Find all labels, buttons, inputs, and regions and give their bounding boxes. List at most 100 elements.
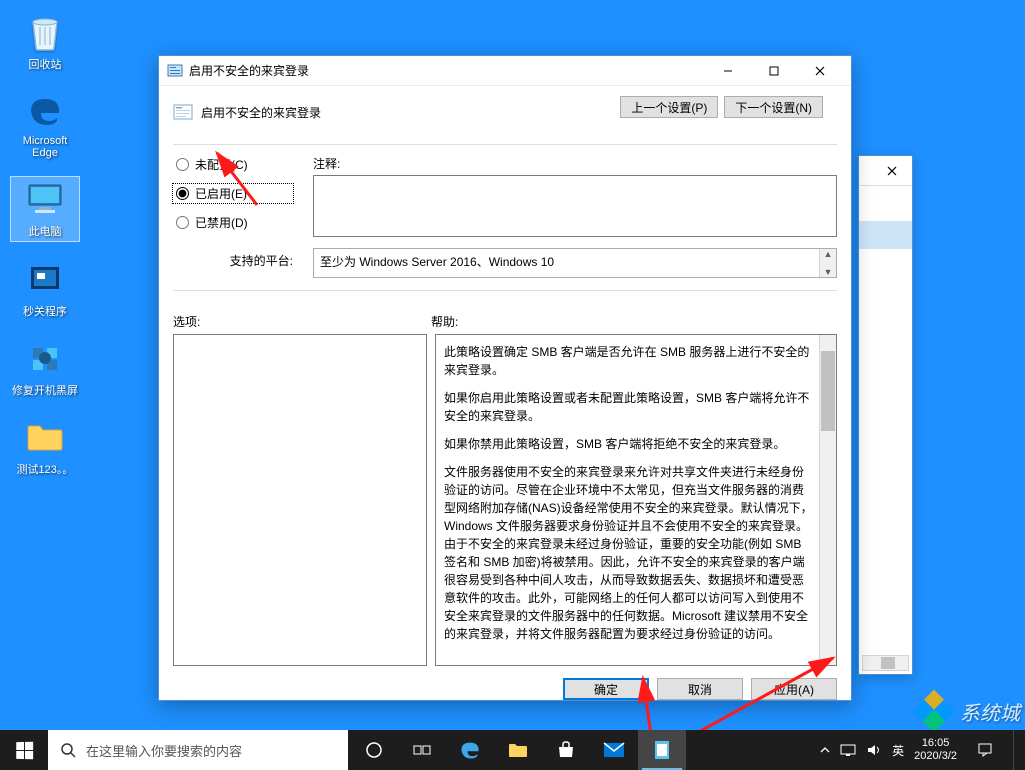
platform-value: 至少为 Windows Server 2016、Windows 10 — [320, 255, 554, 269]
search-placeholder: 在这里输入你要搜索的内容 — [86, 741, 242, 760]
desktop-icon-recycle-bin[interactable]: 回收站 — [10, 10, 80, 74]
taskbar-time: 16:05 — [914, 737, 957, 750]
fix-boot-icon — [25, 338, 65, 378]
dialog-footer: 确定 取消 应用(A) — [159, 666, 851, 712]
volume-icon[interactable] — [866, 743, 882, 757]
close-icon[interactable] — [880, 161, 904, 181]
network-icon[interactable] — [840, 743, 856, 757]
policy-dialog: 启用不安全的来宾登录 启用不安全的来宾登录 上一个设置(P) 下一个设置(N) … — [158, 55, 852, 701]
task-view-button[interactable] — [398, 730, 446, 770]
taskbar-app-notepad[interactable] — [638, 730, 686, 770]
help-label: 帮助: — [431, 313, 458, 330]
taskbar-date: 2020/3/2 — [914, 750, 957, 763]
panes-row: 此策略设置确定 SMB 客户端是否允许在 SMB 服务器上进行不安全的来宾登录。… — [159, 334, 851, 666]
radio-disabled[interactable]: 已禁用(D) — [173, 213, 293, 232]
dialog-title: 启用不安全的来宾登录 — [189, 62, 705, 79]
platform-label: 支持的平台: — [173, 248, 293, 269]
desktop-icon-label: 测试123。。 — [17, 461, 74, 477]
watermark: 系统城 — [912, 689, 1020, 733]
desktop-icon-test-folder[interactable]: 测试123。。 — [10, 415, 80, 479]
system-tray: 英 16:05 2020/3/2 — [814, 730, 1025, 770]
radio-label: 已启用(E) — [195, 185, 247, 202]
taskbar-app-mail[interactable] — [590, 730, 638, 770]
dialog-subheader: 启用不安全的来宾登录 上一个设置(P) 下一个设置(N) — [159, 86, 851, 138]
horizontal-scrollbar[interactable] — [862, 655, 909, 671]
window-controls — [705, 56, 843, 86]
vertical-scrollbar[interactable] — [819, 335, 836, 665]
mmc-selected-row[interactable] — [859, 221, 912, 249]
apply-button[interactable]: 应用(A) — [751, 678, 837, 700]
background-mmc-window[interactable] — [858, 155, 913, 675]
search-box[interactable]: 在这里输入你要搜索的内容 — [48, 730, 348, 770]
notification-icon — [977, 742, 993, 758]
desktop-icon-label: 回收站 — [29, 56, 62, 72]
desktop-icon-quick-close[interactable]: 秒关程序 — [10, 257, 80, 321]
edge-icon — [459, 739, 481, 761]
desktop-icon-label: 秒关程序 — [23, 303, 67, 319]
pane-labels: 选项: 帮助: — [159, 301, 851, 334]
store-icon — [556, 740, 576, 760]
cancel-button[interactable]: 取消 — [657, 678, 743, 700]
taskbar-app-store[interactable] — [542, 730, 590, 770]
maximize-button[interactable] — [751, 56, 797, 86]
mail-icon — [603, 742, 625, 758]
start-button[interactable] — [0, 730, 48, 770]
notepad-icon — [653, 739, 671, 761]
ok-button[interactable]: 确定 — [563, 678, 649, 700]
folder-icon — [507, 741, 529, 759]
mmc-titlebar — [859, 156, 912, 186]
taskbar-apps — [350, 730, 686, 770]
titlebar[interactable]: 启用不安全的来宾登录 — [159, 56, 851, 86]
desktop-icon-label: Microsoft Edge — [23, 135, 68, 159]
radio-enabled[interactable]: 已启用(E) — [173, 184, 293, 203]
taskbar-app-explorer[interactable] — [494, 730, 542, 770]
platform-value-box: 至少为 Windows Server 2016、Windows 10 ▲▼ — [313, 248, 837, 278]
ime-indicator[interactable]: 英 — [892, 742, 904, 759]
page-icon — [173, 104, 193, 120]
mmc-body — [859, 186, 912, 674]
next-setting-button[interactable]: 下一个设置(N) — [724, 96, 823, 118]
help-p2: 如果你启用此策略设置或者未配置此策略设置，SMB 客户端将允许不安全的来宾登录。 — [444, 389, 814, 425]
folder-icon — [25, 417, 65, 457]
desktop-icon-this-pc[interactable]: 此电脑 — [10, 176, 80, 242]
comment-textarea[interactable] — [313, 175, 837, 237]
state-radiogroup: 未配置(C) 已启用(E) 已禁用(D) — [173, 155, 293, 242]
task-view-icon — [413, 743, 431, 757]
help-pane[interactable]: 此策略设置确定 SMB 客户端是否允许在 SMB 服务器上进行不安全的来宾登录。… — [435, 334, 837, 666]
radio-label: 已禁用(D) — [195, 214, 248, 231]
watermark-text: 系统城 — [960, 697, 1020, 726]
desktop-icon-edge[interactable]: Microsoft Edge — [10, 89, 80, 161]
config-row: 未配置(C) 已启用(E) 已禁用(D) 注释: — [159, 155, 851, 242]
taskbar-clock[interactable]: 16:05 2020/3/2 — [914, 737, 957, 763]
action-center-button[interactable] — [967, 730, 1003, 770]
windows-logo-icon — [16, 741, 33, 758]
taskbar: 在这里输入你要搜索的内容 英 16:05 2020/3/2 — [0, 730, 1025, 770]
vertical-scrollbar[interactable]: ▲▼ — [819, 249, 836, 277]
help-p4: 文件服务器使用不安全的来宾登录来允许对共享文件夹进行未经身份验证的访问。尽管在企… — [444, 463, 814, 643]
comment-label: 注释: — [313, 155, 837, 172]
dialog-subtitle: 启用不安全的来宾登录 — [201, 104, 321, 121]
desktop-icon-label: 修复开机黑屏 — [12, 382, 78, 398]
chevron-up-icon[interactable] — [820, 745, 830, 755]
quick-close-icon — [25, 259, 65, 299]
platform-row: 支持的平台: 至少为 Windows Server 2016、Windows 1… — [159, 242, 851, 284]
watermark-logo-icon — [912, 689, 956, 733]
this-pc-icon — [25, 179, 65, 219]
desktop-icon-label: 此电脑 — [29, 223, 62, 239]
previous-setting-button[interactable]: 上一个设置(P) — [620, 96, 718, 118]
close-button[interactable] — [797, 56, 843, 86]
show-desktop-button[interactable] — [1013, 730, 1019, 770]
help-p3: 如果你禁用此策略设置，SMB 客户端将拒绝不安全的来宾登录。 — [444, 435, 814, 453]
comment-column: 注释: — [313, 155, 837, 242]
taskbar-app-edge[interactable] — [446, 730, 494, 770]
prev-next-nav: 上一个设置(P) 下一个设置(N) — [606, 96, 837, 128]
options-label: 选项: — [173, 313, 411, 330]
desktop-icon-grid: 回收站 Microsoft Edge 此电脑 秒关程序 修复开机黑屏 — [10, 10, 80, 479]
desktop-icon-fix-boot[interactable]: 修复开机黑屏 — [10, 336, 80, 400]
cortana-button[interactable] — [350, 730, 398, 770]
help-p1: 此策略设置确定 SMB 客户端是否允许在 SMB 服务器上进行不安全的来宾登录。 — [444, 343, 814, 379]
radio-not-configured[interactable]: 未配置(C) — [173, 155, 293, 174]
cortana-icon — [365, 741, 383, 759]
options-pane[interactable] — [173, 334, 427, 666]
minimize-button[interactable] — [705, 56, 751, 86]
